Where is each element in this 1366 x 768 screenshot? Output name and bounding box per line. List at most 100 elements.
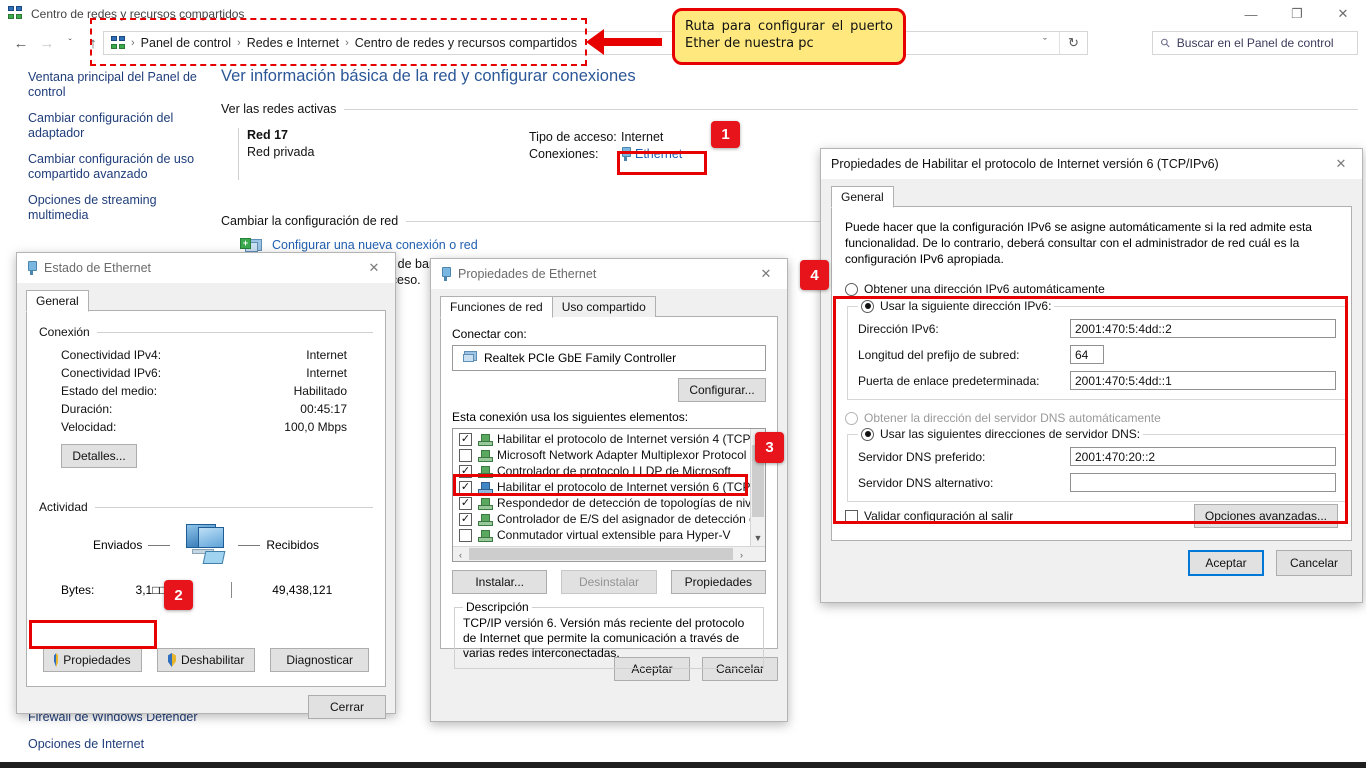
install-button[interactable]: Instalar...: [452, 570, 547, 594]
checkbox[interactable]: [459, 529, 472, 542]
network-info: Red 17 Red privada: [239, 128, 529, 180]
alternate-dns-input[interactable]: [1070, 473, 1336, 492]
forward-button[interactable]: →: [34, 30, 60, 56]
gateway-input[interactable]: 2001:470:5:4dd::1: [1070, 371, 1336, 390]
ethernet-plug-icon: [441, 267, 450, 281]
minimize-button[interactable]: —: [1228, 0, 1274, 28]
prefix-length-input[interactable]: 64: [1070, 345, 1104, 364]
ipv6-dialog-titlebar: Propiedades de Habilitar el protocolo de…: [821, 149, 1362, 179]
maximize-button[interactable]: ❐: [1274, 0, 1320, 28]
tab-funciones-de-red[interactable]: Funciones de red: [440, 296, 553, 318]
auto-ipv6-option[interactable]: Obtener una dirección IPv6 automáticamen…: [845, 282, 1338, 296]
close-icon[interactable]: ✕: [1320, 149, 1362, 179]
refresh-icon[interactable]: ↻: [1059, 32, 1087, 54]
list-item-label: Microsoft Network Adapter Multiplexor Pr…: [497, 448, 746, 462]
scrollbar-thumb[interactable]: [469, 548, 733, 560]
disable-button[interactable]: Deshabilitar: [157, 648, 256, 672]
search-box[interactable]: ⚲ Buscar en el Panel de control: [1152, 31, 1358, 55]
back-button[interactable]: ←: [8, 30, 34, 56]
advanced-options-button[interactable]: Opciones avanzadas...: [1194, 504, 1338, 528]
checkbox[interactable]: [459, 449, 472, 462]
chevron-down-icon[interactable]: ˇ: [1031, 32, 1059, 54]
close-dialog-button[interactable]: Cerrar: [308, 695, 386, 719]
adapter-icon: [459, 351, 477, 366]
sidebar-item-uso-compartido-avanzado[interactable]: Cambiar configuración de uso compartido …: [0, 152, 215, 182]
prefix-length-label: Longitud del prefijo de subred:: [858, 348, 1070, 362]
manual-ipv6-option[interactable]: Usar la siguiente dirección IPv6:: [858, 299, 1054, 313]
status-row-speed: Velocidad: 100,0 Mbps: [39, 420, 373, 434]
radio-button[interactable]: [861, 428, 874, 441]
status-dialog-titlebar: Estado de Ethernet ✕: [17, 253, 395, 283]
manual-dns-option[interactable]: Usar las siguientes direcciones de servi…: [858, 427, 1143, 441]
recent-locations-icon[interactable]: ˇ: [60, 30, 80, 56]
checkbox[interactable]: ✓: [459, 433, 472, 446]
checkbox[interactable]: [845, 510, 858, 523]
tab-uso-compartido[interactable]: Uso compartido: [552, 296, 656, 317]
list-item[interactable]: ✓ Controlador de protocolo LLDP de Micro…: [455, 463, 749, 479]
prefix-length-row: Longitud del prefijo de subred: 64: [858, 345, 1336, 364]
scroll-left-icon[interactable]: ‹: [453, 547, 468, 562]
list-item[interactable]: Microsoft Network Adapter Multiplexor Pr…: [455, 447, 749, 463]
breadcrumb-item-redes-e-internet[interactable]: Redes e Internet: [242, 36, 344, 50]
horizontal-scrollbar[interactable]: ‹ ›: [453, 546, 765, 561]
item-properties-button[interactable]: Propiedades: [671, 570, 766, 594]
close-icon[interactable]: ✕: [353, 253, 395, 283]
close-icon[interactable]: ✕: [745, 259, 787, 289]
radio-button[interactable]: [845, 283, 858, 296]
network-items-list[interactable]: ✓ Habilitar el protocolo de Internet ver…: [452, 428, 766, 562]
breadcrumb-root-icon[interactable]: [109, 36, 130, 50]
validate-setting[interactable]: Validar configuración al salir: [845, 509, 1013, 523]
diagnose-button[interactable]: Diagnosticar: [270, 648, 369, 672]
ok-button[interactable]: Aceptar: [1188, 550, 1264, 576]
close-button[interactable]: ✕: [1320, 0, 1366, 28]
checkbox[interactable]: ✓: [459, 513, 472, 526]
preferred-dns-input[interactable]: 2001:470:20::2: [1070, 447, 1336, 466]
list-item[interactable]: ✓ Habilitar el protocolo de Internet ver…: [455, 431, 749, 447]
disable-button-label: Deshabilitar: [181, 653, 244, 667]
list-item-label: Controlador de E/S del asignador de dete…: [497, 512, 766, 526]
network-access-info: Tipo de acceso: Internet Conexiones: Eth…: [529, 128, 682, 180]
received-label: Recibidos: [266, 538, 319, 552]
list-item-label: Controlador de protocolo LLDP de Microso…: [497, 464, 731, 478]
divider: [238, 545, 260, 546]
uninstall-button: Desinstalar: [561, 570, 656, 594]
status-row-ipv6: Conectividad IPv6: Internet: [39, 366, 373, 380]
preferred-dns-label: Servidor DNS preferido:: [858, 450, 1070, 464]
sidebar-item-ventana-principal[interactable]: Ventana principal del Panel de control: [0, 70, 215, 100]
new-connection-link[interactable]: Configurar una nueva conexión o red: [272, 238, 478, 252]
list-item[interactable]: Conmutador virtual extensible para Hyper…: [455, 527, 749, 543]
scroll-right-icon[interactable]: ›: [734, 547, 749, 562]
status-row-label: Conectividad IPv4:: [39, 348, 225, 362]
breadcrumb-item-centro-de-redes[interactable]: Centro de redes y recursos compartidos: [350, 36, 582, 50]
protocol-icon: [478, 466, 491, 477]
list-item[interactable]: ✓ Respondedor de detección de topologías…: [455, 495, 749, 511]
connection-group-label: Conexión: [39, 325, 90, 339]
checkbox[interactable]: ✓: [459, 481, 472, 494]
scroll-down-icon[interactable]: ▼: [751, 530, 765, 545]
ethernet-link[interactable]: Ethernet: [621, 147, 682, 161]
activity-group-header: Actividad: [39, 500, 373, 514]
cancel-button[interactable]: Cancelar: [1276, 550, 1352, 576]
properties-button[interactable]: Propiedades: [43, 648, 142, 672]
ipv6-address-input[interactable]: 2001:470:5:4dd::2: [1070, 319, 1336, 338]
configure-button[interactable]: Configurar...: [678, 378, 766, 402]
sidebar-item-opciones-internet[interactable]: Opciones de Internet: [0, 737, 215, 752]
checkbox[interactable]: ✓: [459, 465, 472, 478]
list-item[interactable]: ✓ Controlador de E/S del asignador de de…: [455, 511, 749, 527]
sidebar-item-streaming-multimedia[interactable]: Opciones de streaming multimedia: [0, 193, 215, 223]
radio-button[interactable]: [861, 300, 874, 313]
connection-details-list: Conectividad IPv4: Internet Conectividad…: [39, 348, 373, 434]
network-center-icon: [8, 6, 24, 22]
protocol-icon: [478, 498, 491, 509]
details-button[interactable]: Detalles...: [61, 444, 137, 468]
tab-general[interactable]: General: [831, 186, 894, 208]
list-item-ipv6[interactable]: ✓ Habilitar el protocolo de Internet ver…: [455, 479, 749, 495]
breadcrumb-item-panel-de-control[interactable]: Panel de control: [136, 36, 236, 50]
protocol-icon: [478, 434, 491, 445]
search-icon: ⚲: [1157, 35, 1173, 51]
status-row-label: Velocidad:: [39, 420, 225, 434]
gateway-row: Puerta de enlace predeterminada: 2001:47…: [858, 371, 1336, 390]
checkbox[interactable]: ✓: [459, 497, 472, 510]
sidebar-item-cambiar-adaptador[interactable]: Cambiar configuración del adaptador: [0, 111, 215, 141]
tab-general[interactable]: General: [26, 290, 89, 312]
